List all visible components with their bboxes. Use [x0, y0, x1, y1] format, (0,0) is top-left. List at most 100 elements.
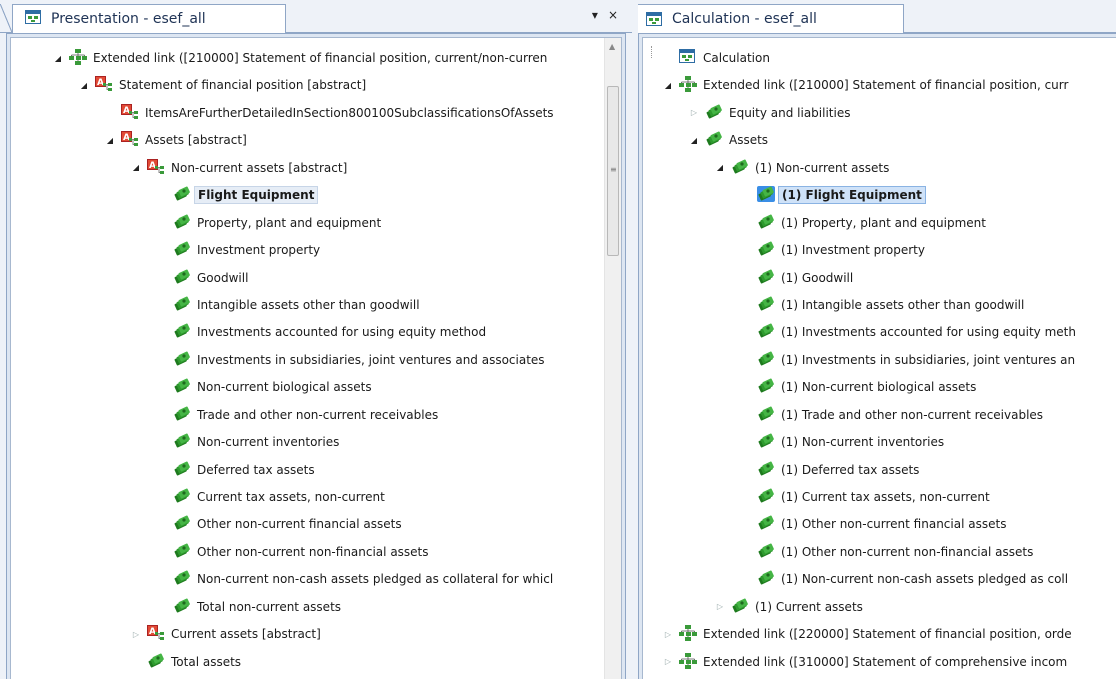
tree-node[interactable]: Other non-current financial assets	[11, 510, 621, 537]
tree-node-label[interactable]: (1) Deferred tax assets	[778, 461, 922, 479]
tab-presentation[interactable]: Presentation - esef_all	[12, 4, 286, 33]
tree-node-label[interactable]: (1) Other non-current non-financial asse…	[778, 543, 1036, 561]
tree-node-label[interactable]: (1) Investments in subsidiaries, joint v…	[778, 351, 1078, 369]
collapse-arrow-icon[interactable]: ◢	[105, 135, 115, 145]
tree-node[interactable]: (1) Non-current biological assets	[643, 373, 1116, 400]
tree-node-label[interactable]: Deferred tax assets	[194, 461, 318, 479]
close-button[interactable]: ×	[608, 8, 618, 22]
tree-node[interactable]: (1) Flight Equipment	[643, 181, 1116, 208]
tree-node[interactable]: Goodwill	[11, 264, 621, 291]
expand-arrow-icon[interactable]: ▷	[715, 602, 725, 612]
tree-node[interactable]: ◢ Extended link ([210000] Statement of fi…	[643, 71, 1116, 98]
collapse-arrow-icon[interactable]: ◢	[79, 80, 89, 90]
tree-node[interactable]: Deferred tax assets	[11, 456, 621, 483]
tree-node[interactable]: (1) Non-current non-cash assets pledged …	[643, 565, 1116, 592]
tree-node[interactable]: (1) Trade and other non-current receivab…	[643, 401, 1116, 428]
tree-node[interactable]: Non-current non-cash assets pledged as c…	[11, 565, 621, 592]
tree-node[interactable]: Non-current biological assets	[11, 373, 621, 400]
tree-node-label[interactable]: (1) Current tax assets, non-current	[778, 488, 993, 506]
collapse-arrow-icon[interactable]: ◢	[131, 163, 141, 173]
tree-node[interactable]: ▷ (1) Current assets	[643, 593, 1116, 620]
tree-node-label[interactable]: Flight Equipment	[194, 186, 319, 205]
tree-node-label[interactable]: Investments in subsidiaries, joint ventu…	[194, 351, 548, 369]
tree-node-label[interactable]: Non-current inventories	[194, 433, 342, 451]
tree-node[interactable]: (1) Property, plant and equipment	[643, 209, 1116, 236]
tree-node[interactable]: ▷ Equity and liabilities	[643, 99, 1116, 126]
tree-node-label[interactable]: (1) Intangible assets other than goodwil…	[778, 296, 1027, 314]
tree-node-label[interactable]: (1) Investment property	[778, 241, 928, 259]
tree-node-label[interactable]: Non-current assets [abstract]	[168, 159, 350, 177]
tree-node-label[interactable]: Total assets	[168, 653, 244, 671]
tree-node[interactable]: ▷ A Current assets [abstract]	[11, 620, 621, 647]
tree-node[interactable]: (1) Goodwill	[643, 264, 1116, 291]
tree-node[interactable]: (1) Other non-current non-financial asse…	[643, 538, 1116, 565]
tree-node-label[interactable]: Extended link ([210000] Statement of fin…	[90, 49, 550, 67]
tree-node[interactable]: Investments in subsidiaries, joint ventu…	[11, 346, 621, 373]
expand-arrow-icon[interactable]: ▷	[663, 657, 673, 667]
tree-node[interactable]: Investment property	[11, 236, 621, 263]
collapse-arrow-icon[interactable]: ◢	[715, 163, 725, 173]
tree-node-label[interactable]: Intangible assets other than goodwill	[194, 296, 423, 314]
presentation-tree-view[interactable]: ◢ Extended link ([210000] Statement of fi…	[10, 37, 622, 679]
tree-node-label[interactable]: Total non-current assets	[194, 598, 344, 616]
scroll-up-arrow-icon[interactable]: ▲	[609, 42, 615, 51]
tree-node-label[interactable]: Statement of financial position [abstrac…	[116, 76, 369, 94]
tree-node[interactable]: (1) Non-current inventories	[643, 428, 1116, 455]
tree-node-label[interactable]: (1) Trade and other non-current receivab…	[778, 406, 1046, 424]
tree-node[interactable]: ◢ A Statement of financial position [abstr…	[11, 71, 621, 98]
tree-node[interactable]: Non-current inventories	[11, 428, 621, 455]
tree-node-label[interactable]: Calculation	[700, 49, 773, 67]
collapse-arrow-icon[interactable]: ◢	[53, 53, 63, 63]
tree-node-label[interactable]: Current assets [abstract]	[168, 625, 324, 643]
tree-node-label[interactable]: Non-current biological assets	[194, 378, 375, 396]
tree-node-label[interactable]: Non-current non-cash assets pledged as c…	[194, 570, 556, 588]
tree-node-label[interactable]: Goodwill	[194, 269, 251, 287]
expand-arrow-icon[interactable]: ▷	[689, 108, 699, 118]
tree-node[interactable]: Property, plant and equipment	[11, 209, 621, 236]
tree-node-label[interactable]: (1) Non-current assets	[752, 159, 892, 177]
tree-node-label[interactable]: Extended link ([210000] Statement of fin…	[700, 76, 1071, 94]
tree-node-label[interactable]: Equity and liabilities	[726, 104, 853, 122]
tree-node-label[interactable]: (1) Property, plant and equipment	[778, 214, 989, 232]
tree-node-label[interactable]: Extended link ([310000] Statement of com…	[700, 653, 1070, 671]
tree-node-label[interactable]: (1) Flight Equipment	[778, 186, 926, 205]
tree-node[interactable]: ▷ Extended link ([220000] Statement of fi…	[643, 620, 1116, 647]
tree-node[interactable]: ◢ (1) Non-current assets	[643, 154, 1116, 181]
tree-node-label[interactable]: Assets [abstract]	[142, 131, 250, 149]
calculation-tree-view[interactable]: Calculation ◢ Extended link ([210000] Stat…	[642, 37, 1116, 679]
tree-node[interactable]: (1) Investments accounted for using equi…	[643, 318, 1116, 345]
vertical-scrollbar[interactable]: ▲ ≡	[604, 38, 621, 679]
tree-node[interactable]: Trade and other non-current receivables	[11, 401, 621, 428]
tree-node[interactable]: ◢ Extended link ([210000] Statement of fi…	[11, 44, 621, 71]
tree-node[interactable]: (1) Intangible assets other than goodwil…	[643, 291, 1116, 318]
tree-node[interactable]: ▷ Extended link ([310000] Statement of co…	[643, 648, 1116, 675]
tree-node-label[interactable]: Other non-current financial assets	[194, 515, 405, 533]
tree-node[interactable]: Intangible assets other than goodwill	[11, 291, 621, 318]
tree-node[interactable]: Calculation	[643, 44, 1116, 71]
tree-node[interactable]: A ItemsAreFurtherDetailedInSection800100S…	[11, 99, 621, 126]
tree-node-label[interactable]: (1) Non-current inventories	[778, 433, 947, 451]
collapse-arrow-icon[interactable]: ◢	[663, 80, 673, 90]
tree-node-label[interactable]: Extended link ([220000] Statement of fin…	[700, 625, 1075, 643]
tree-node[interactable]: Total assets	[11, 648, 621, 675]
tree-node-label[interactable]: ItemsAreFurtherDetailedInSection800100Su…	[142, 104, 557, 122]
tree-node[interactable]: ◢ A Assets [abstract]	[11, 126, 621, 153]
tree-node[interactable]: Total non-current assets	[11, 593, 621, 620]
tree-node[interactable]: (1) Investments in subsidiaries, joint v…	[643, 346, 1116, 373]
tree-node[interactable]: ◢ Assets	[643, 126, 1116, 153]
tree-node-label[interactable]: (1) Current assets	[752, 598, 866, 616]
expand-arrow-icon[interactable]: ▷	[663, 629, 673, 639]
tree-node-label[interactable]: (1) Non-current biological assets	[778, 378, 979, 396]
tree-node[interactable]: (1) Other non-current financial assets	[643, 510, 1116, 537]
tree-node[interactable]: Current tax assets, non-current	[11, 483, 621, 510]
dropdown-button[interactable]: ▾	[592, 8, 598, 22]
tree-node[interactable]: (1) Deferred tax assets	[643, 456, 1116, 483]
tree-node[interactable]: (1) Current tax assets, non-current	[643, 483, 1116, 510]
tree-node-label[interactable]: Assets	[726, 131, 771, 149]
tree-node-label[interactable]: Investments accounted for using equity m…	[194, 323, 489, 341]
tree-node-label[interactable]: (1) Non-current non-cash assets pledged …	[778, 570, 1071, 588]
tree-node[interactable]: ◢ A Non-current assets [abstract]	[11, 154, 621, 181]
tree-node-label[interactable]: Investment property	[194, 241, 323, 259]
tree-node[interactable]: Other non-current non-financial assets	[11, 538, 621, 565]
expand-arrow-icon[interactable]: ▷	[131, 629, 141, 639]
